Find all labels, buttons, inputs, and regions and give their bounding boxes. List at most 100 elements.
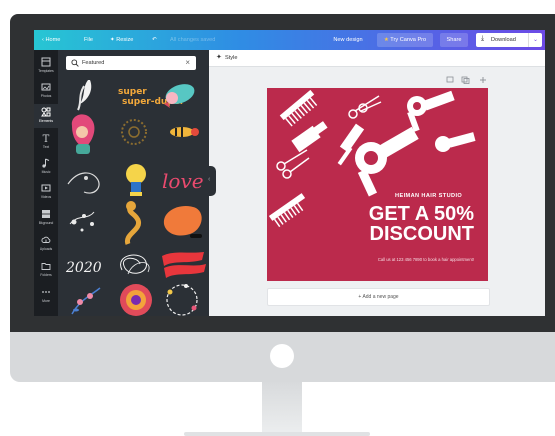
rail-item-music[interactable]: Music (34, 155, 58, 179)
floral-doodle-element[interactable] (69, 211, 95, 232)
background-icon (42, 210, 50, 218)
rail-label: Music (41, 170, 51, 174)
rail-label: Folders (40, 273, 52, 277)
orange-blob-element[interactable] (163, 205, 202, 238)
folder-icon (41, 263, 51, 270)
rail-label: More (42, 299, 50, 303)
app-screen: ‹ Home File ✦ Resize ↶ All changes saved… (34, 30, 545, 316)
collapse-panel-handle[interactable]: ‹ (206, 166, 216, 196)
hair-brush-icon (291, 121, 328, 153)
comb-icon (279, 89, 318, 127)
comment-icon[interactable] (446, 76, 454, 83)
download-icon: ⤓ (481, 35, 485, 42)
add-page-icon[interactable] (480, 77, 486, 83)
red-brush-stroke-element[interactable] (162, 252, 206, 278)
rail-item-text[interactable]: T Text (34, 130, 58, 154)
search-icon (71, 59, 79, 67)
svg-text:super: super (118, 87, 147, 97)
rail-label: Photos (40, 94, 52, 98)
duplicate-page-icon[interactable] (461, 76, 470, 84)
sparkle-icon: ✦ (110, 37, 115, 43)
editor-context-bar: ✦ Style (209, 50, 545, 67)
elements-panel: Featured × super super-duper love 2020 (58, 50, 209, 316)
rail-item-templates[interactable]: Templates (34, 54, 58, 78)
download-label: Download (491, 37, 516, 43)
rail-label: Templates (38, 69, 54, 73)
home-label: Home (45, 37, 61, 43)
rail-label: Uploads (39, 247, 53, 251)
rail-item-background[interactable]: Bkground (34, 206, 58, 230)
upload-icon (41, 236, 51, 243)
rail-item-folders[interactable]: Folders (34, 258, 58, 282)
cobra-element[interactable] (124, 201, 142, 245)
shapes-icon (41, 107, 51, 117)
undo-icon[interactable]: ↶ (152, 37, 157, 43)
chevron-left-icon: ‹ (208, 176, 211, 183)
design-canvas-page[interactable]: HEIMAN HAIR STUDIO GET A 50% DISCOUNT Ca… (267, 88, 488, 281)
rail-label: Text (42, 145, 50, 149)
search-value: Featured (82, 60, 105, 66)
sunburst-element[interactable] (121, 119, 147, 145)
home-button[interactable]: ‹ Home (42, 37, 60, 43)
monitor-stand-base (184, 432, 370, 436)
hair-dryer-right-icon (435, 132, 476, 152)
flower-wreath-element[interactable] (166, 284, 198, 316)
bee-element[interactable] (170, 127, 199, 137)
brush-stroke-element[interactable] (77, 80, 92, 111)
clear-search-icon[interactable]: × (185, 58, 190, 67)
rail-label: Videos (40, 195, 52, 199)
top-toolbar: ‹ Home File ✦ Resize ↶ All changes saved… (34, 30, 545, 50)
try-pro-label: Try Canva Pro (390, 37, 427, 43)
scribble-element[interactable] (120, 254, 150, 275)
rail-item-videos[interactable]: Videos (34, 180, 58, 204)
text-icon: T (43, 134, 50, 143)
headline-line-2: DISCOUNT (369, 223, 474, 245)
crown-icon: ★ (383, 37, 389, 43)
search-input[interactable]: Featured × (66, 56, 196, 70)
music-note-icon (42, 158, 50, 168)
poster-contact-text[interactable]: Call us at 123 456 7890 to book a hair a… (364, 257, 474, 263)
love-label: love (162, 169, 204, 193)
headline-line-1: GET A 50% (368, 203, 474, 225)
lightbulb-element[interactable] (126, 164, 146, 196)
photo-icon (41, 83, 51, 91)
2020-label: 2020 (65, 260, 102, 276)
rail-item-photos[interactable]: Photos (34, 79, 58, 103)
comb-bottom-icon (268, 193, 306, 228)
hair-tools-illustration (268, 89, 476, 228)
download-options-button[interactable]: ⌄ (528, 33, 542, 47)
2020-lettering-sticker[interactable]: 2020 (65, 260, 102, 276)
template-icon (41, 57, 51, 67)
rail-label: Elements (38, 119, 54, 123)
rail-label: Bkground (38, 221, 54, 225)
floral-branch-element[interactable] (71, 287, 101, 315)
chevron-left-icon: ‹ (42, 37, 44, 43)
try-pro-button[interactable]: ★ Try Canva Pro (377, 33, 433, 47)
mandala-element[interactable] (120, 284, 152, 316)
monitor-logo-dot (270, 344, 294, 368)
new-design-button[interactable]: New design (328, 33, 368, 47)
abstract-line-face-element[interactable] (67, 172, 100, 194)
add-new-page-button[interactable]: + Add a new page (267, 288, 490, 306)
page-tools (446, 76, 486, 84)
poster-headline[interactable]: GET A 50% DISCOUNT (369, 204, 474, 244)
more-icon (42, 291, 50, 293)
scissors-left-icon (276, 149, 310, 179)
style-button[interactable]: Style (225, 55, 237, 61)
video-icon (41, 184, 51, 192)
download-button[interactable]: ⤓ Download ⌄ (476, 33, 542, 47)
elements-grid: super super-duper love 2020 (65, 80, 206, 316)
monitor-stand (262, 382, 302, 434)
studio-name[interactable]: HEIMAN HAIR STUDIO (395, 193, 462, 199)
share-button[interactable]: Share (440, 33, 468, 47)
hair-dryer-icon (407, 90, 455, 132)
svg-text:T: T (43, 134, 50, 143)
woman-portrait-element[interactable] (71, 114, 95, 154)
file-menu[interactable]: File (84, 37, 93, 43)
love-lettering-sticker[interactable]: love (162, 169, 204, 193)
resize-button[interactable]: ✦ Resize (110, 37, 133, 43)
scissors-icon (348, 95, 382, 119)
rail-item-more[interactable]: More (34, 284, 58, 308)
rail-item-uploads[interactable]: Uploads (34, 232, 58, 256)
rail-item-elements[interactable]: Elements (34, 104, 58, 128)
